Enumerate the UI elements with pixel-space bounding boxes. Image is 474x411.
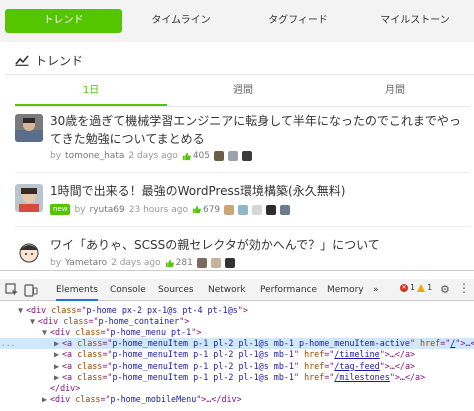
dom-tree: ▼ <div class="p-home px-2 px-1@s pt-4 pt-… <box>0 302 474 411</box>
liker-avatar[interactable] <box>280 204 291 215</box>
expand-toggle[interactable]: ▶ <box>42 394 50 405</box>
liker-avatar[interactable] <box>214 151 224 161</box>
thumbs-up-icon <box>165 259 174 267</box>
liker-avatar[interactable] <box>266 204 277 215</box>
likes-count: 281 <box>165 258 193 268</box>
tab-weekly[interactable]: 週間 <box>167 76 319 106</box>
dom-node-line[interactable]: ▶ <a class="p-home_menuItem p-1 pl-2 pl-1… <box>0 372 474 383</box>
list-item: ワイ「ありゃ、SCSSの親セレクタが効かへんで？」について by Yametar… <box>15 238 470 272</box>
divider <box>5 74 474 75</box>
devtools-tab-sources[interactable]: Sources <box>158 279 194 301</box>
dom-node-line[interactable]: ▼ <div class="p-home_menu pt-1"> <box>0 327 474 338</box>
expand-toggle[interactable]: ▼ <box>42 327 50 338</box>
likes-count: 405 <box>182 151 210 161</box>
thumbs-up-icon <box>192 205 201 214</box>
devtools-tab-memory[interactable]: Memory <box>327 279 364 301</box>
author-link[interactable]: Yametaro <box>65 258 107 268</box>
liker-avatar[interactable] <box>228 151 238 161</box>
new-badge: new <box>50 204 71 215</box>
liker-avatar[interactable] <box>210 258 221 268</box>
devtools-more-tabs[interactable]: » <box>373 279 379 301</box>
expand-toggle[interactable]: ▼ <box>18 305 26 316</box>
divider <box>15 226 470 227</box>
device-toolbar-icon[interactable] <box>24 283 38 297</box>
liker-avatar[interactable] <box>224 204 235 215</box>
dom-node-line[interactable]: ▼ <div class="p-home px-2 px-1@s pt-4 pt-… <box>0 305 474 316</box>
likes-count: 679 <box>192 205 220 215</box>
expand-toggle[interactable]: ▶ <box>54 338 62 349</box>
trend-chart-icon <box>15 55 29 66</box>
error-count: 1 <box>410 283 416 292</box>
liker-avatar[interactable] <box>242 151 252 161</box>
expand-toggle[interactable]: ▼ <box>30 316 38 327</box>
warning-count: 1 <box>427 283 433 292</box>
devtools-tab-network[interactable]: Network <box>208 279 246 301</box>
trend-heading: トレンド <box>15 50 83 70</box>
warning-icon <box>417 283 426 292</box>
nav-tag-feed[interactable]: タグフィード <box>240 9 356 33</box>
dom-node-line[interactable]: </div> <box>0 383 474 394</box>
dom-node-line[interactable]: ▶ <div class="p-home_mobileMenu">…</div> <box>0 394 474 405</box>
devtools-panel: Elements Console Sources Network Perform… <box>0 270 474 411</box>
article-title[interactable]: 1時間で出来る！最強のWordPress環境構築(永久無料) <box>50 182 470 200</box>
selected-marker: ... <box>1 339 16 349</box>
avatar[interactable] <box>15 114 43 142</box>
list-item: 1時間で出来る！最強のWordPress環境構築(永久無料) new by ry… <box>15 184 470 220</box>
article-meta: by tomone_hata 2 days ago 405 <box>50 151 252 161</box>
post-time: 2 days ago <box>111 258 161 268</box>
issues-counter[interactable]: ✕ 1 1 <box>400 283 432 292</box>
by-label: by <box>50 258 62 268</box>
tab-daily[interactable]: 1日 <box>15 76 167 106</box>
author-link[interactable]: ryuta69 <box>90 205 125 215</box>
thumbs-up-icon <box>182 152 191 160</box>
expand-toggle[interactable]: ▶ <box>54 372 62 383</box>
author-link[interactable]: tomone_hata <box>65 151 124 161</box>
by-label: by <box>50 151 62 161</box>
avatar[interactable] <box>15 238 43 266</box>
list-item: 30歳を過ぎて機械学習エンジニアに転身して半年になったのでこれまでやってきた勉強… <box>15 114 470 166</box>
nav-trend[interactable]: トレンド <box>5 9 122 33</box>
by-label: by <box>74 204 86 215</box>
home-menu: トレンド タイムライン タグフィード マイルストーン <box>0 0 474 42</box>
liker-avatar[interactable] <box>252 204 263 215</box>
devtools-tab-performance[interactable]: Performance <box>260 279 317 301</box>
trend-heading-label: トレンド <box>35 53 84 68</box>
settings-gear-icon[interactable]: ⚙ <box>440 283 450 296</box>
article-meta: by Yametaro 2 days ago 281 <box>50 258 235 268</box>
divider <box>15 106 470 107</box>
dom-node-line[interactable]: ▶ <a class="p-home_menuItem p-1 pl-2 pl-1… <box>0 349 474 360</box>
dom-node-line[interactable]: ▼ <div class="p-home_container"> <box>0 316 474 327</box>
dom-node-line[interactable]: ▶ <a class="p-home_menuItem p-1 pl-2 pl-1… <box>0 361 474 372</box>
more-options-icon[interactable]: ⋮ <box>458 281 470 295</box>
devtools-tab-elements[interactable]: Elements <box>56 279 98 301</box>
liker-avatar[interactable] <box>196 258 207 268</box>
divider <box>15 172 470 173</box>
nav-milestones[interactable]: マイルストーン <box>357 9 473 33</box>
liker-avatar[interactable] <box>238 204 249 215</box>
post-time: 23 hours ago <box>128 204 188 215</box>
expand-toggle[interactable]: ▶ <box>54 361 62 372</box>
inspect-element-icon[interactable] <box>5 283 19 297</box>
devtools-tab-console[interactable]: Console <box>110 279 146 301</box>
trend-panel: トレンド 1日 週間 月間 30歳を過ぎて機械学習エンジニアに転身して半年になっ… <box>5 42 474 270</box>
post-time: 2 days ago <box>128 151 178 161</box>
article-title[interactable]: 30歳を過ぎて機械学習エンジニアに転身して半年になったのでこれまでやってきた勉強… <box>50 112 470 148</box>
period-tabs: 1日 週間 月間 <box>15 76 470 106</box>
tab-monthly[interactable]: 月間 <box>319 76 471 106</box>
dom-node-line[interactable]: ... ▶ <a class="p-home_menuItem p-1 pl-2 p… <box>0 338 474 350</box>
article-title[interactable]: ワイ「ありゃ、SCSSの親セレクタが効かへんで？」について <box>50 236 470 254</box>
expand-toggle[interactable]: ▶ <box>54 349 62 360</box>
error-icon: ✕ <box>400 283 408 292</box>
avatar[interactable] <box>15 184 43 212</box>
devtools-toolbar: Elements Console Sources Network Perform… <box>0 279 474 301</box>
liker-avatar[interactable] <box>224 258 235 268</box>
article-meta: new by ryuta69 23 hours ago 679 <box>50 204 291 215</box>
nav-timeline[interactable]: タイムライン <box>123 9 239 33</box>
